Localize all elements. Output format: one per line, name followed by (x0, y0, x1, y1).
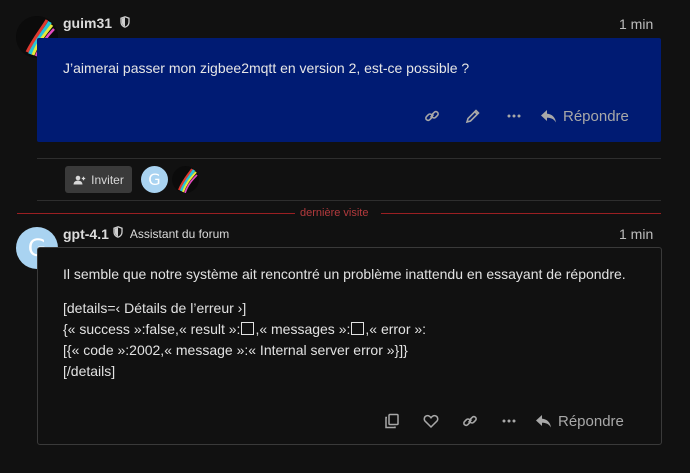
reply-icon (535, 414, 552, 429)
post1-actions: Répondre (420, 104, 629, 128)
link-icon[interactable] (420, 104, 444, 128)
user-title: Assistant du forum (129, 227, 230, 241)
reply-button[interactable]: Répondre (540, 108, 629, 125)
last-visit-line-right (381, 213, 661, 214)
post2-line1: Il semble que notre système ait rencontr… (63, 266, 626, 282)
invite-icon (73, 175, 86, 185)
last-visit-label: dernière visite (300, 207, 369, 219)
reply-label: Répondre (558, 412, 624, 430)
json-part: ,« error »: (365, 321, 427, 337)
pencil-icon[interactable] (461, 104, 485, 128)
divider (37, 158, 661, 159)
invite-button[interactable]: Inviter (65, 166, 132, 193)
post2-author: gpt-4.1 Assistant du forum (63, 225, 229, 243)
participant-avatar-g[interactable]: G (141, 166, 168, 193)
divider (37, 200, 661, 201)
username[interactable]: guim31 (63, 15, 112, 31)
json-line1: {« success »:false,« result »: ,« message… (63, 319, 653, 340)
details-close: [/details] (63, 363, 116, 379)
ellipsis-icon[interactable] (497, 409, 521, 433)
empty-box-glyph (351, 322, 365, 335)
post2-time[interactable]: 1 min (619, 226, 653, 242)
json-line2: [{« code »:2002,« message »:« Internal s… (63, 342, 408, 358)
post1-author: guim31 (63, 15, 131, 33)
empty-box-glyph (241, 322, 255, 335)
post1-text: J’aimerai passer mon zigbee2mqtt en vers… (63, 60, 470, 76)
post1-time[interactable]: 1 min (619, 16, 653, 32)
reply-label: Répondre (563, 107, 629, 125)
details-open: [details=‹ Détails de l’erreur ›] (63, 300, 247, 316)
reply-icon (540, 109, 557, 124)
username[interactable]: gpt-4.1 (63, 226, 109, 242)
shield-icon (120, 15, 131, 33)
json-part: {« success »:false,« result »: (63, 321, 241, 337)
last-visit-line-left (17, 213, 295, 214)
shield-icon (113, 225, 123, 243)
avatar-letter: G (148, 170, 161, 189)
copy-icon[interactable] (380, 409, 404, 433)
post2-actions: Répondre (380, 409, 624, 433)
heart-icon[interactable] (419, 409, 443, 433)
invite-label: Inviter (91, 172, 124, 187)
post2-details-block: [details=‹ Détails de l’erreur ›] {« suc… (63, 298, 653, 382)
json-part: ,« messages »: (255, 321, 351, 337)
link-icon[interactable] (458, 409, 482, 433)
reply-button[interactable]: Répondre (535, 413, 624, 430)
participant-avatar-guim31[interactable] (172, 166, 199, 193)
ellipsis-icon[interactable] (502, 104, 526, 128)
